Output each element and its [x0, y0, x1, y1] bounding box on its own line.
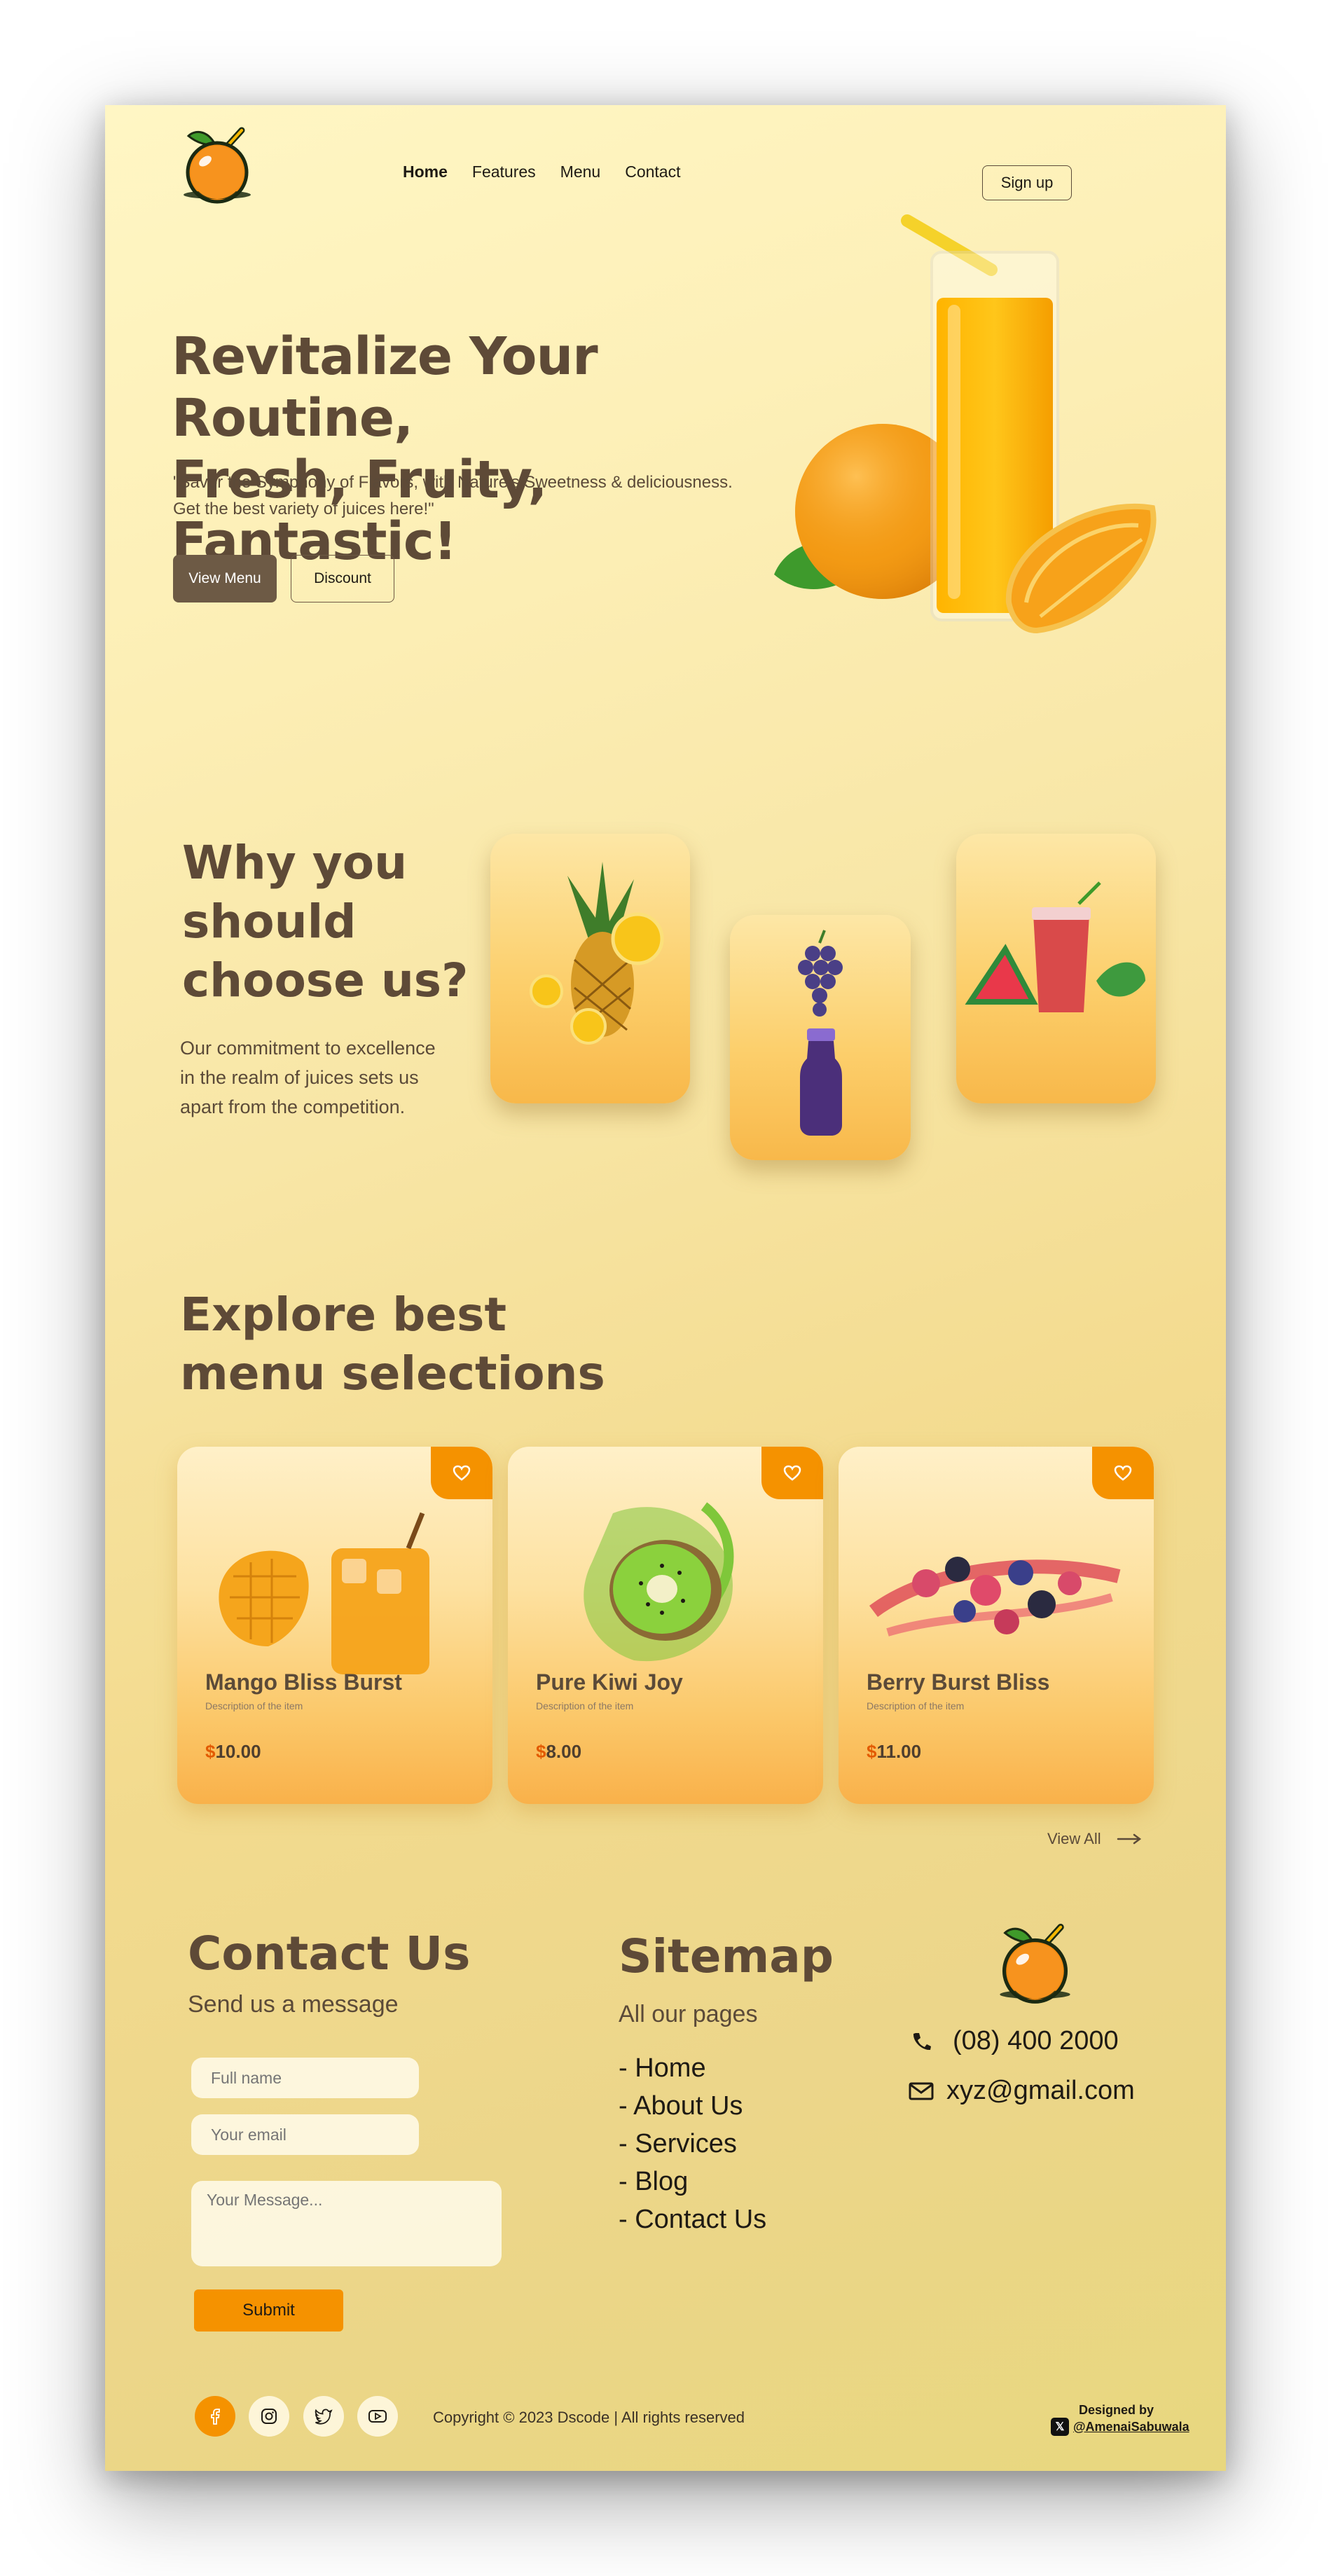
facebook-icon [211, 2409, 220, 2425]
nav-contact[interactable]: Contact [625, 163, 680, 181]
heart-icon [783, 1465, 801, 1481]
nav-home[interactable]: Home [403, 163, 448, 181]
price-currency: $ [867, 1741, 877, 1762]
view-all-link[interactable]: View All [1047, 1830, 1142, 1848]
x-logo-icon: 𝕏 [1051, 2418, 1069, 2436]
sitemap-list: - Home - About Us - Services - Blog - Co… [619, 2049, 766, 2238]
hero-title-line1: Revitalize Your Routine, [172, 326, 598, 448]
email-field[interactable] [191, 2114, 419, 2155]
twitter-icon [315, 2409, 333, 2425]
designer-credit[interactable]: Designed by 𝕏 @AmenaiSabuwala [1051, 2403, 1222, 2436]
phone-icon [913, 2032, 931, 2050]
fullname-field[interactable] [191, 2058, 419, 2098]
menu-item-name: Mango Bliss Burst [205, 1669, 402, 1695]
orange-juice-hero-image [774, 214, 1157, 634]
mail-icon [909, 2082, 934, 2100]
why-card-watermelon [956, 834, 1156, 1103]
hero-subtitle-line1: "Savor the Symphony of Flavors, with Nat… [173, 473, 733, 492]
view-menu-button[interactable]: View Menu [173, 555, 277, 602]
nav-menu[interactable]: Menu [560, 163, 601, 181]
signup-button[interactable]: Sign up [982, 165, 1072, 200]
watermelon-juice-image [965, 881, 1145, 1012]
instagram-button[interactable] [249, 2396, 289, 2437]
designer-handle[interactable]: @AmenaiSabuwala [1073, 2420, 1189, 2434]
sitemap-link-contact[interactable]: - Contact Us [619, 2200, 766, 2238]
hero-subtitle-line2: Get the best variety of juices here!" [173, 500, 434, 518]
price-currency: $ [205, 1741, 216, 1762]
discount-button[interactable]: Discount [291, 555, 394, 602]
hero-subtitle: "Savor the Symphony of Flavors, with Nat… [173, 469, 804, 523]
menu-item-price: $8.00 [536, 1741, 581, 1763]
menu-card-kiwi[interactable]: Pure Kiwi Joy Description of the item $8… [508, 1447, 823, 1804]
facebook-button[interactable] [195, 2396, 235, 2437]
kiwi-juice-image [584, 1502, 734, 1662]
menu-item-desc: Description of the item [536, 1700, 634, 1711]
contact-subtitle: Send us a message [188, 1991, 399, 2018]
sitemap-link-blog[interactable]: - Blog [619, 2163, 766, 2200]
price-value: 8.00 [546, 1741, 582, 1762]
why-title: Why you should choose us? [182, 834, 476, 1010]
menu-card-berry[interactable]: Berry Burst Bliss Description of the ite… [839, 1447, 1154, 1804]
instagram-icon [261, 2409, 277, 2424]
why-text: Our commitment to excellence in the real… [180, 1033, 460, 1122]
explore-title: Explore best menu selections [180, 1286, 670, 1403]
copyright-text: Copyright © 2023 Dscode | All rights res… [433, 2409, 745, 2426]
youtube-button[interactable] [357, 2396, 398, 2437]
heart-icon [1114, 1465, 1132, 1481]
why-title-line1: Why you [182, 836, 408, 890]
phone-number: (08) 400 2000 [953, 2026, 1119, 2055]
pineapple-image [530, 862, 664, 1045]
nav-features[interactable]: Features [472, 163, 536, 181]
hero-title: Revitalize Your Routine, Fresh, Fruity, … [172, 326, 844, 572]
heart-icon [453, 1465, 471, 1481]
why-text-line2: in the realm of juices sets us [180, 1067, 419, 1088]
why-text-line1: Our commitment to excellence [180, 1038, 436, 1059]
sitemap-link-about[interactable]: - About Us [619, 2087, 766, 2125]
designer-handle-row: 𝕏 @AmenaiSabuwala [1051, 2418, 1222, 2436]
submit-button[interactable]: Submit [194, 2289, 343, 2332]
berry-juice-image [869, 1557, 1121, 1637]
contact-title: Contact Us [188, 1927, 471, 1981]
grape-juice-image [798, 930, 843, 1136]
orange-logo-icon [1000, 1923, 1070, 2004]
menu-item-desc: Description of the item [867, 1700, 965, 1711]
explore-title-line1: Explore best [180, 1288, 506, 1342]
twitter-button[interactable] [303, 2396, 344, 2437]
sitemap-title: Sitemap [619, 1929, 834, 1983]
arrow-right-icon [1117, 1833, 1141, 1845]
explore-title-line2: menu selections [180, 1346, 605, 1400]
message-field[interactable] [191, 2181, 502, 2266]
price-value: 11.00 [876, 1741, 922, 1762]
email-contact[interactable]: xyz@gmail.com [909, 2076, 1135, 2106]
landing-page: Home Features Menu Contact Sign up Revit… [105, 105, 1226, 2471]
menu-item-name: Berry Burst Bliss [867, 1669, 1050, 1695]
menu-card-mango[interactable]: Mango Bliss Burst Description of the ite… [177, 1447, 492, 1804]
main-nav: Home Features Menu Contact [403, 163, 680, 181]
sitemap-link-services[interactable]: - Services [619, 2125, 766, 2163]
price-currency: $ [536, 1741, 546, 1762]
why-title-line2: should [182, 895, 357, 949]
menu-item-name: Pure Kiwi Joy [536, 1669, 683, 1695]
orange-logo-icon[interactable] [179, 125, 256, 207]
menu-item-price: $11.00 [867, 1741, 921, 1763]
why-card-pineapple [490, 834, 690, 1103]
youtube-icon [368, 2410, 387, 2423]
email-address: xyz@gmail.com [946, 2076, 1135, 2105]
why-card-grape [730, 915, 911, 1160]
mango-juice-image [219, 1512, 429, 1674]
price-value: 10.00 [215, 1741, 261, 1762]
menu-item-desc: Description of the item [205, 1700, 303, 1711]
menu-item-price: $10.00 [205, 1741, 261, 1763]
view-all-label: View All [1047, 1830, 1101, 1847]
why-title-line3: choose us? [182, 953, 469, 1007]
why-text-line3: apart from the competition. [180, 1096, 406, 1117]
sitemap-subtitle: All our pages [619, 2001, 758, 2027]
sitemap-link-home[interactable]: - Home [619, 2049, 766, 2087]
phone-contact[interactable]: (08) 400 2000 [911, 2026, 1119, 2056]
designed-by-label: Designed by [1079, 2403, 1154, 2417]
